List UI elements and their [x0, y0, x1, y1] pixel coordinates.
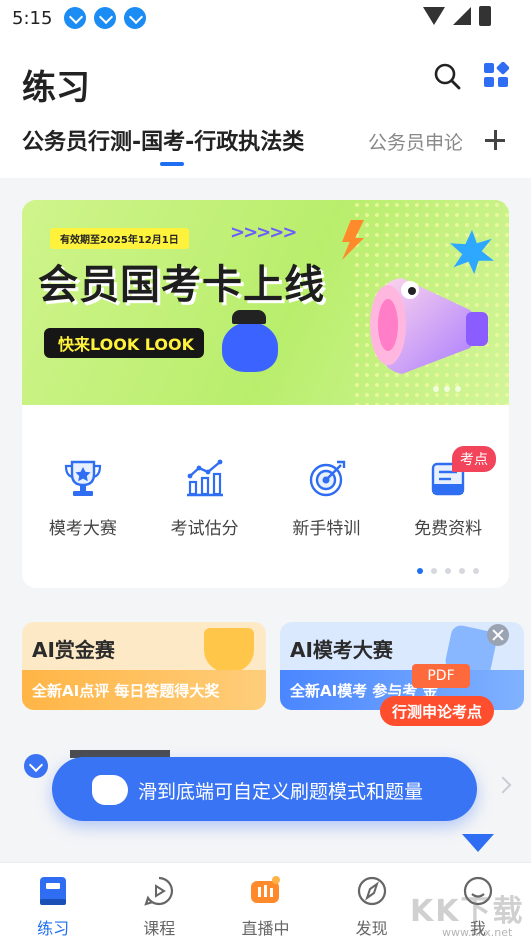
promo-title: AI赏金赛	[32, 638, 115, 662]
quick-action-novice-training[interactable]: 新手特训	[266, 450, 388, 550]
pdf-tag: PDF	[412, 664, 470, 688]
chevrons-icon: >>>>>	[230, 222, 297, 243]
checkmark-icon	[24, 754, 48, 778]
tab-indicator	[160, 162, 184, 166]
pager-dot-active	[417, 568, 423, 574]
tab-xingce[interactable]: 公务员行测-国考-行政执法类	[22, 124, 304, 156]
quick-actions: 模考大赛 考试估分 新手特训 免费资料	[22, 450, 509, 550]
watermark: KK下载 www.kkx.net	[410, 886, 530, 944]
promo-ai-bounty[interactable]: AI赏金赛 全新AI点评 每日答题得大奖	[22, 622, 266, 710]
page-title: 练习	[22, 68, 90, 108]
signal-icon	[453, 7, 471, 25]
nav-courses[interactable]: 课程	[106, 863, 212, 944]
clock: 5:15	[12, 7, 53, 29]
live-icon	[251, 876, 281, 903]
swipe-hand-icon	[92, 775, 128, 805]
toast-text: 滑到底端可自定义刷题模式和题量	[138, 781, 424, 803]
nav-practice[interactable]: 练习	[0, 863, 106, 944]
tab-shenlun[interactable]: 公务员申论	[368, 128, 463, 155]
compass-icon	[357, 876, 386, 906]
mascot-icon	[222, 310, 278, 372]
close-icon[interactable]	[487, 624, 509, 646]
banner-validity: 有效期至2025年12月1日	[50, 228, 189, 249]
play-circle-icon	[144, 876, 174, 906]
download-icon	[94, 7, 117, 29]
screen: 5:15 练习 公务员行测-国考-行政执法类 公务员申论 有效期至2025年12…	[0, 0, 531, 944]
watermark-url: www.kkx.net	[442, 926, 513, 939]
target-icon	[309, 460, 345, 497]
chevron-right-icon[interactable]	[494, 776, 512, 794]
subject-tabs: 公务员行测-国考-行政执法类 公务员申论	[22, 124, 531, 166]
banner-pager	[433, 386, 461, 392]
nav-live[interactable]: 直播中	[212, 863, 318, 944]
ai-trophy-icon	[204, 628, 254, 672]
promo-title: AI模考大赛	[290, 638, 393, 662]
exam-points-pill[interactable]: 行测申论考点	[380, 696, 495, 726]
promo-subtitle: 全新AI点评 每日答题得大奖	[22, 670, 266, 710]
book-icon	[40, 877, 66, 905]
hint-toast: 滑到底端可自定义刷题模式和题量	[52, 757, 477, 821]
pager-dot	[455, 386, 461, 392]
main-card: 有效期至2025年12月1日 >>>>> 会员国考卡上线 快来LOOK LOOK	[22, 200, 509, 588]
download-icon	[64, 7, 87, 29]
nav-label: 练习	[37, 919, 70, 938]
wifi-icon	[423, 7, 445, 25]
nav-label: 发现	[355, 919, 388, 938]
add-subject-icon[interactable]	[483, 128, 507, 152]
quick-action-label: 免费资料	[414, 519, 483, 539]
nav-discover[interactable]: 发现	[319, 863, 425, 944]
pager-dot	[473, 568, 479, 574]
quick-action-label: 模考大赛	[48, 519, 117, 539]
pager-dot	[444, 386, 450, 392]
megaphone-icon	[370, 278, 488, 374]
battery-icon	[479, 6, 491, 26]
nav-label: 课程	[143, 919, 176, 938]
search-icon[interactable]	[433, 62, 461, 90]
scroll-down-icon[interactable]	[462, 834, 494, 852]
quick-action-score-estimate[interactable]: 考试估分	[144, 450, 266, 550]
quick-action-label: 考试估分	[170, 519, 239, 539]
quick-action-label: 新手特训	[292, 519, 361, 539]
banner-cta: 快来LOOK LOOK	[44, 328, 204, 358]
banner-headline: 会员国考卡上线	[38, 262, 325, 308]
quick-action-mock-contest[interactable]: 模考大赛	[22, 450, 144, 550]
hot-topic-badge: 考点	[452, 446, 496, 472]
download-icon	[124, 7, 147, 29]
quick-actions-pager	[417, 568, 479, 574]
trophy-icon	[64, 460, 102, 496]
status-icons	[423, 6, 491, 26]
bar-chart-icon	[186, 459, 223, 497]
pager-dot	[431, 568, 437, 574]
header: 练习 公务员行测-国考-行政执法类 公务员申论	[0, 36, 531, 178]
status-bar: 5:15	[0, 0, 531, 36]
watermark-text: KK下载	[410, 894, 525, 929]
pager-dot	[459, 568, 465, 574]
pager-dot	[433, 386, 439, 392]
apps-grid-icon[interactable]	[483, 62, 509, 88]
promo-banner[interactable]: 有效期至2025年12月1日 >>>>> 会员国考卡上线 快来LOOK LOOK	[22, 200, 509, 405]
pager-dot	[445, 568, 451, 574]
nav-label: 直播中	[241, 919, 290, 938]
